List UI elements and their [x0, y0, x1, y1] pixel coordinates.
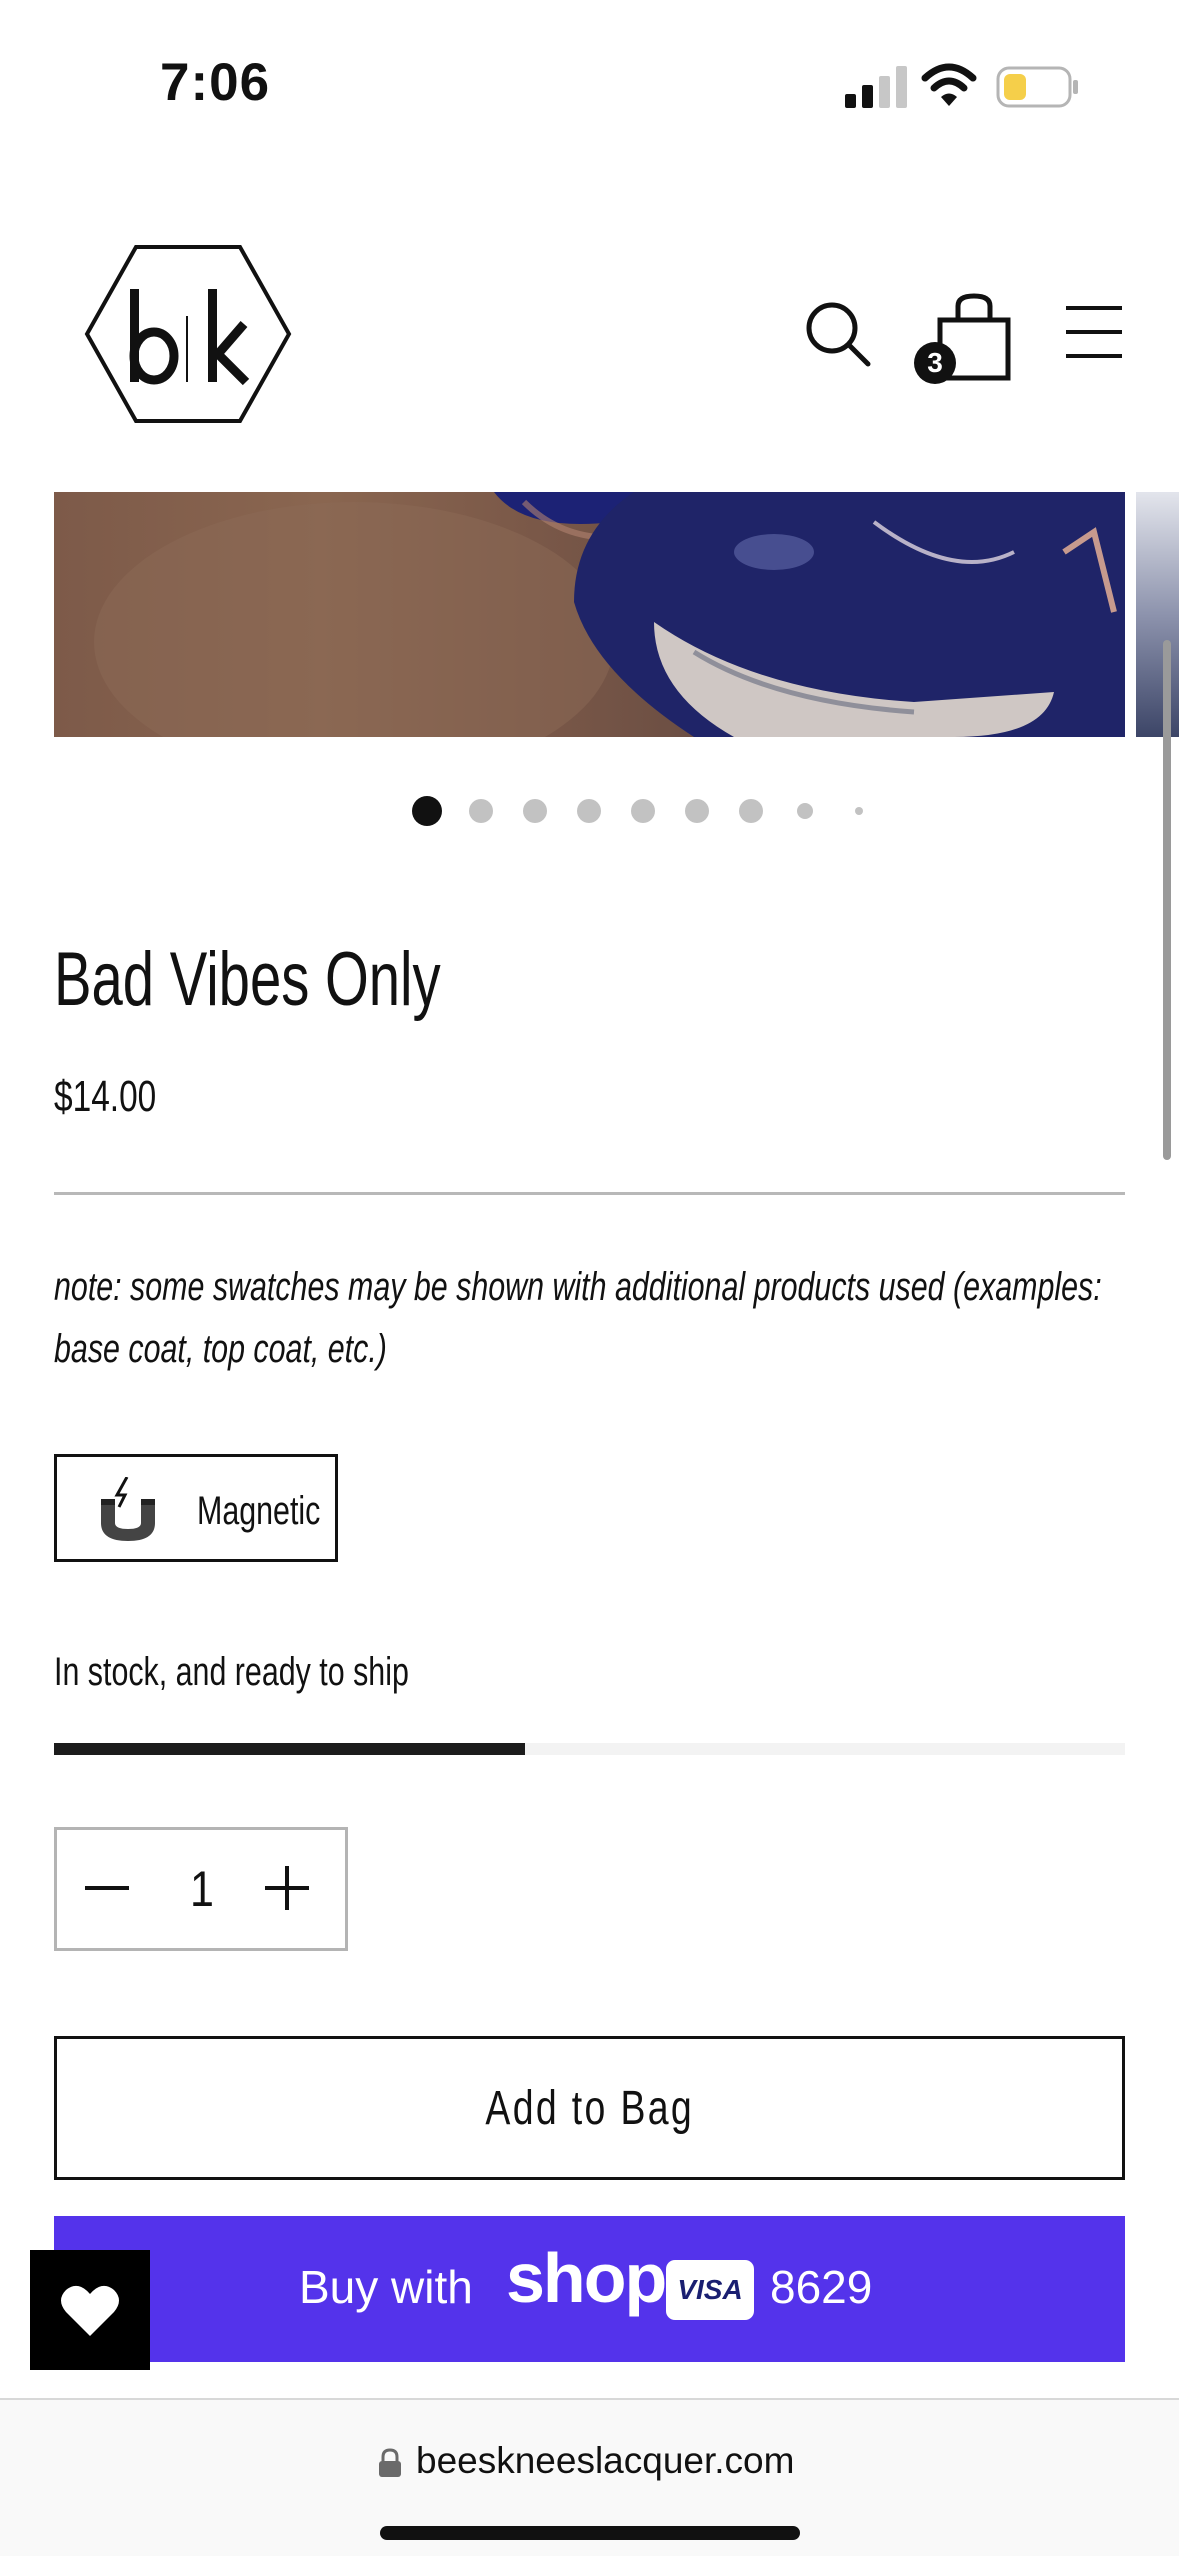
browser-address-bar[interactable]: beesknееslacquer.com [0, 2398, 1179, 2556]
lock-icon [379, 2448, 401, 2477]
gallery-dot [523, 799, 547, 823]
gallery-dot [855, 807, 863, 815]
magnetic-badge: Magnetic [54, 1454, 338, 1562]
product-image[interactable] [54, 492, 1125, 737]
buy-with-shop-pay-button[interactable]: Buy with shop VISA 8629 [54, 2216, 1125, 2362]
search-icon[interactable] [804, 300, 872, 368]
gallery-dot [739, 799, 763, 823]
gallery-dot [685, 799, 709, 823]
stock-level-bar [54, 1743, 1125, 1755]
magnet-icon [101, 1477, 155, 1541]
brand-logo[interactable] [84, 244, 292, 424]
hamburger-menu-icon[interactable] [1064, 305, 1124, 359]
add-to-bag-button[interactable]: Add to Bag [54, 2036, 1125, 2180]
quantity-stepper[interactable]: 1 [54, 1827, 348, 1951]
heart-icon [61, 2285, 119, 2336]
wifi-icon [921, 63, 977, 106]
magnetic-label: Magnetic [197, 1489, 321, 1533]
card-brand: VISA [677, 2274, 743, 2305]
gallery-pagination[interactable] [0, 796, 1179, 826]
product-title: Bad Vibes Only [54, 937, 441, 1022]
url-text[interactable]: beesknееslacquer.com [416, 2440, 794, 2482]
card-last4: 8629 [770, 2261, 873, 2313]
status-time: 7:06 [160, 53, 271, 112]
quantity-value[interactable]: 1 [172, 1860, 232, 1918]
battery-low-power-icon [996, 66, 1078, 108]
product-photo [94, 492, 1125, 737]
cellular-signal-icon [845, 66, 907, 108]
gallery-dot [631, 799, 655, 823]
minus-icon[interactable] [77, 1858, 137, 1918]
visa-card-badge: VISA [666, 2260, 754, 2320]
wishlist-button[interactable] [30, 2250, 150, 2370]
page-scrollbar[interactable] [1163, 640, 1171, 1160]
gallery-dot [469, 799, 493, 823]
gallery-dot [577, 799, 601, 823]
cart-count-badge[interactable]: 3 [914, 342, 956, 384]
shop-pay-logo: shop [506, 2239, 667, 2317]
stock-level-fill [54, 1743, 526, 1755]
plus-icon[interactable] [257, 1858, 317, 1918]
stock-status: In stock, and ready to ship [54, 1650, 409, 1694]
next-product-image-peek[interactable] [1136, 492, 1179, 737]
gallery-dot-active [412, 796, 442, 826]
swatch-note: note: some swatches may be shown with ad… [54, 1265, 1102, 1371]
section-divider [54, 1192, 1125, 1195]
shop-pay-prefix: Buy with [299, 2261, 473, 2313]
product-price: $14.00 [54, 1072, 157, 1121]
gallery-dot [797, 803, 813, 819]
add-to-bag-label: Add to Bag [485, 2081, 694, 2135]
home-indicator[interactable] [380, 2526, 800, 2540]
